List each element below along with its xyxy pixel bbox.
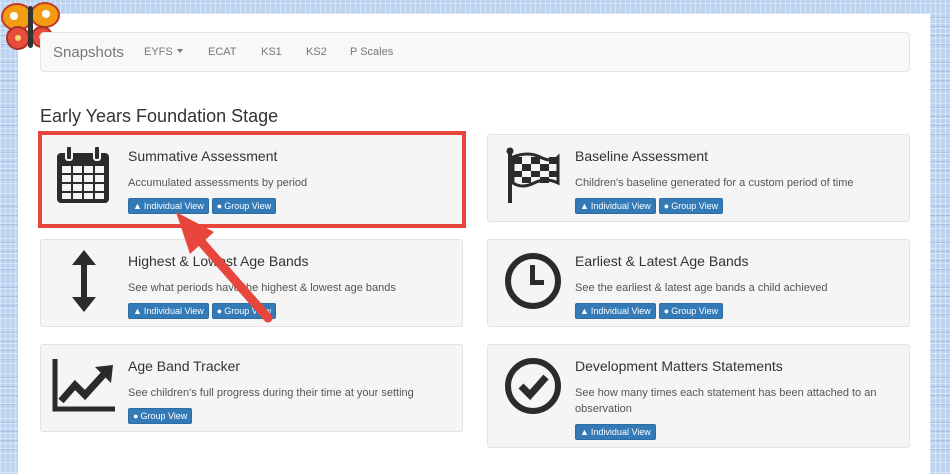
person-icon: ▲ (580, 201, 589, 211)
button-label: Individual View (143, 306, 204, 316)
nav-item-ks2[interactable]: KS2 (306, 46, 327, 58)
navbar-brand[interactable]: Snapshots (53, 44, 124, 61)
caret-down-icon (176, 49, 183, 53)
check-circle-icon (505, 358, 561, 414)
card-description: See what periods have the highest & lowe… (128, 282, 396, 294)
nav-item-ecat[interactable]: ECAT (208, 46, 237, 58)
trending-up-chart-icon (52, 359, 115, 412)
group-icon: ● (663, 306, 670, 316)
group-icon: ● (216, 201, 223, 211)
nav-item-eyfs-label: EYFS (144, 46, 173, 58)
card-highest-lowest-age-bands: Highest & Lowest Age Bands See what peri… (40, 239, 463, 327)
card-title: Age Band Tracker (128, 358, 241, 374)
individual-view-button[interactable]: ▲ Individual View (128, 198, 209, 214)
card-description: Children's baseline generated for a cust… (575, 177, 854, 189)
clock-icon (505, 253, 561, 309)
person-icon: ▲ (133, 201, 142, 211)
card-summative-assessment: Summative Assessment Accumulated assessm… (40, 134, 463, 226)
group-view-button[interactable]: ● Group View (211, 303, 277, 319)
button-label: Individual View (590, 427, 651, 437)
card-title: Summative Assessment (128, 148, 278, 164)
button-label: Individual View (590, 201, 651, 211)
button-label: Group View (224, 306, 272, 316)
card-description: See how many times each statement has be… (575, 387, 877, 415)
individual-view-button[interactable]: ▲ Individual View (128, 303, 209, 319)
button-label: Group View (140, 411, 188, 421)
individual-view-button[interactable]: ▲ Individual View (575, 198, 656, 214)
group-icon: ● (216, 306, 223, 316)
nav-item-p-scales[interactable]: P Scales (350, 46, 393, 58)
card-title: Highest & Lowest Age Bands (128, 253, 309, 269)
group-icon: ● (663, 201, 670, 211)
button-label: Group View (671, 201, 719, 211)
button-label: Individual View (143, 201, 204, 211)
group-view-button[interactable]: ● Group View (658, 303, 724, 319)
group-icon: ● (133, 411, 139, 421)
vertical-arrows-icon (72, 250, 96, 312)
card-title: Baseline Assessment (575, 148, 709, 164)
card-development-matters-statements: Development Matters Statements See how m… (487, 344, 910, 448)
button-label: Individual View (590, 306, 651, 316)
button-label: Group View (671, 306, 719, 316)
card-description: Accumulated assessments by period (128, 177, 308, 189)
individual-view-button[interactable]: ▲ Individual View (575, 424, 656, 440)
card-title: Earliest & Latest Age Bands (575, 253, 749, 269)
calendar-icon (57, 145, 109, 203)
button-label: Group View (224, 201, 272, 211)
person-icon: ▲ (580, 427, 589, 437)
card-baseline-assessment: Baseline Assessment Children's baseline … (487, 134, 910, 222)
card-description: See children's full progress during thei… (128, 387, 414, 399)
card-earliest-latest-age-bands: Earliest & Latest Age Bands See the earl… (487, 239, 910, 327)
nav-item-eyfs[interactable]: EYFS (144, 46, 183, 58)
nav-item-ks1[interactable]: KS1 (261, 46, 282, 58)
group-view-button[interactable]: ● Group View (658, 198, 724, 214)
person-icon: ▲ (133, 306, 142, 316)
card-title: Development Matters Statements (575, 358, 783, 374)
top-navbar: Snapshots EYFS ECAT KS1 KS2 P Scales (40, 32, 910, 72)
section-title: Early Years Foundation Stage (40, 106, 279, 126)
person-icon: ▲ (580, 306, 589, 316)
group-view-button[interactable]: ● Group View (211, 198, 277, 214)
checkered-flag-icon (506, 147, 560, 203)
individual-view-button[interactable]: ▲ Individual View (575, 303, 656, 319)
card-description: See the earliest & latest age bands a ch… (575, 282, 828, 294)
card-age-band-tracker: Age Band Tracker See children's full pro… (40, 344, 463, 432)
group-view-button[interactable]: ● Group View (128, 408, 193, 424)
